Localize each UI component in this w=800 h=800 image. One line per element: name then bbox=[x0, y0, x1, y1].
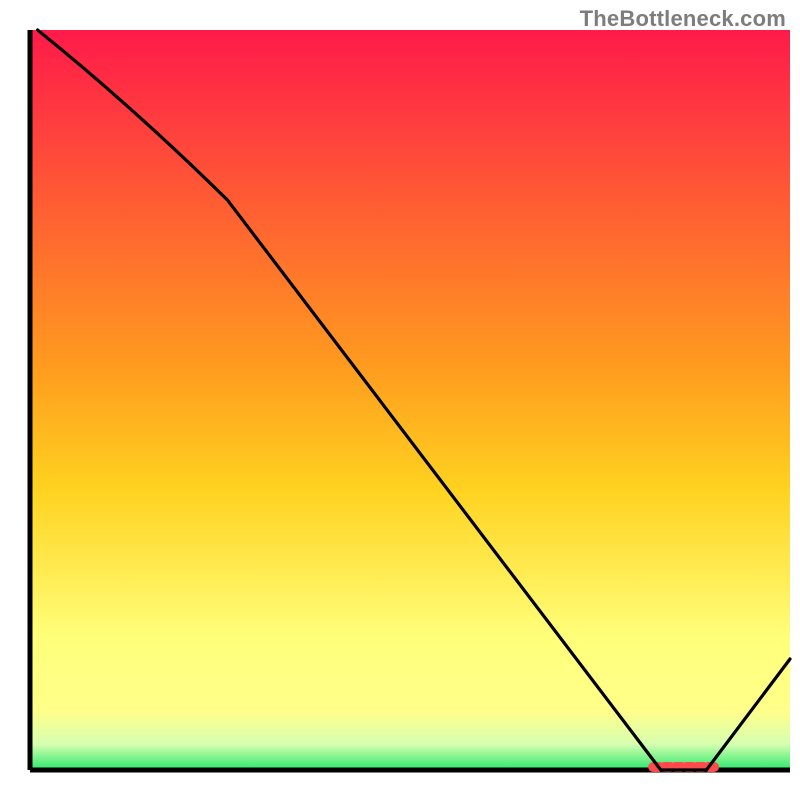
chart-container: TheBottleneck.com bbox=[0, 0, 800, 800]
bottleneck-chart bbox=[0, 0, 800, 800]
gradient-background bbox=[30, 30, 790, 770]
watermark-text: TheBottleneck.com bbox=[580, 6, 786, 32]
